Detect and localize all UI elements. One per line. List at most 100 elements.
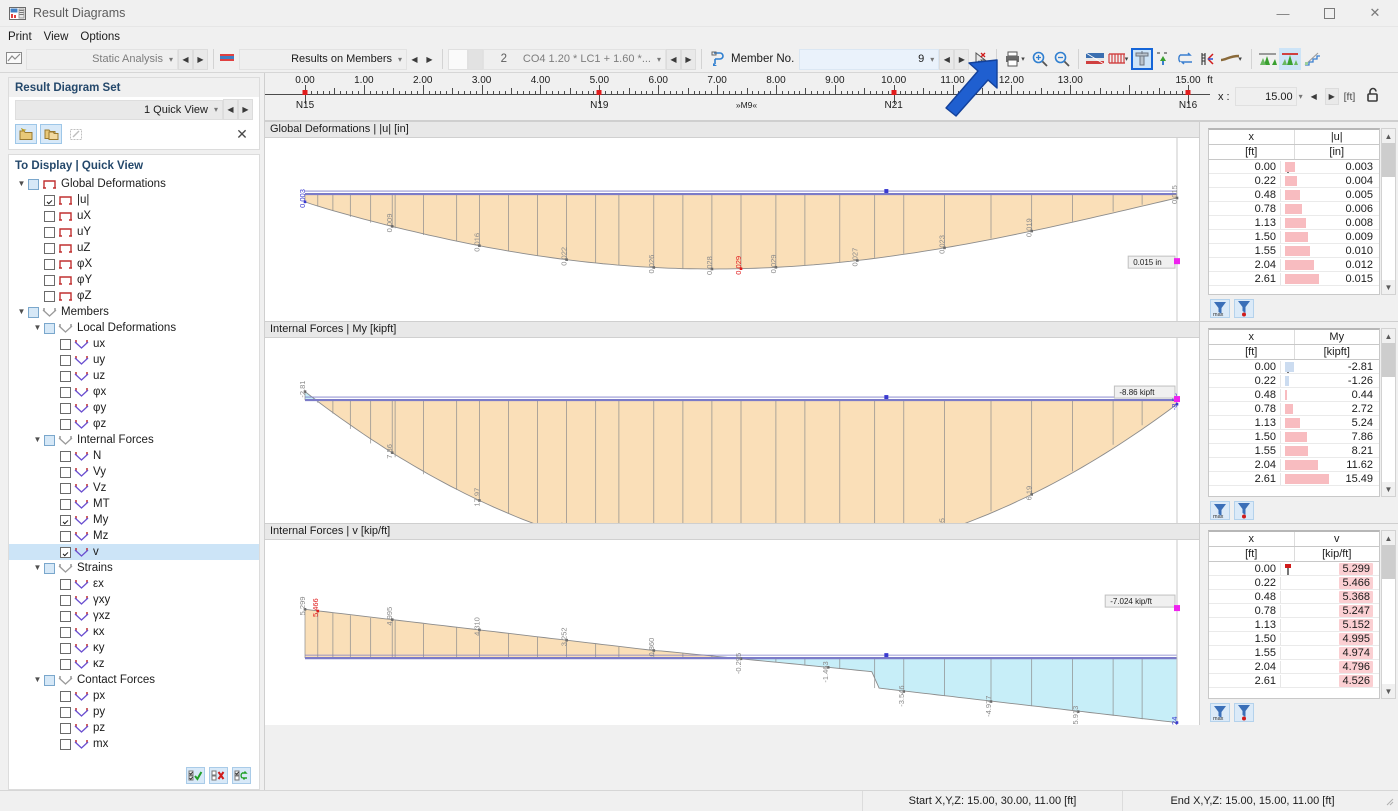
scroll-up-icon[interactable]: ▲ bbox=[1382, 329, 1395, 343]
results-type-field[interactable]: Results on Members ▾ bbox=[239, 48, 407, 70]
table-row[interactable]: 1.13 5.152 bbox=[1209, 618, 1379, 632]
tree-item-z[interactable]: κz bbox=[9, 656, 259, 672]
result-diagram-set-combo[interactable]: 1 Quick View ▾ bbox=[15, 99, 223, 120]
tree-item-checkbox[interactable] bbox=[60, 498, 71, 510]
analysis-prev-button[interactable]: ◀ bbox=[178, 48, 193, 70]
chevron-down-icon[interactable]: ▼ bbox=[15, 308, 28, 316]
tree-item-checkbox[interactable] bbox=[60, 610, 71, 622]
invert-selection-icon[interactable] bbox=[232, 766, 251, 784]
new-set-icon[interactable] bbox=[15, 124, 37, 144]
table-scrollbar[interactable]: ▲ ▼ bbox=[1381, 328, 1396, 497]
tree-item-checkbox[interactable] bbox=[44, 242, 55, 254]
pick-member-cursor-icon[interactable] bbox=[969, 48, 991, 70]
tree-item-checkbox[interactable] bbox=[28, 306, 39, 318]
distribution-dropdown-icon[interactable]: ▾ bbox=[1125, 55, 1129, 63]
plot-canvas-internal-forces-v[interactable]: 5.299 5.466 4.995 4.310 3.252 0.860 -0.295 -1.4… bbox=[265, 539, 1199, 725]
section-icon[interactable] bbox=[1131, 48, 1154, 70]
tree-item-checkbox[interactable] bbox=[60, 370, 71, 382]
tree-item-x[interactable]: φx bbox=[9, 384, 259, 400]
scroll-down-icon[interactable]: ▼ bbox=[1382, 280, 1395, 294]
results-prev-button[interactable]: ◀ bbox=[407, 49, 422, 70]
member-prev-button[interactable]: ◀ bbox=[939, 48, 955, 70]
tree-item-checkbox[interactable] bbox=[60, 338, 71, 350]
tree-item-checkbox[interactable] bbox=[44, 322, 55, 334]
scroll-up-icon[interactable]: ▲ bbox=[1382, 129, 1395, 143]
tree-item-checkbox[interactable] bbox=[44, 226, 55, 238]
scrollbar-thumb[interactable] bbox=[1382, 343, 1395, 377]
plot-canvas-global-deformations[interactable]: 0.003 0.009 0.016 0.022 0.026 0.028 0.029 0.029… bbox=[265, 137, 1199, 321]
table-row[interactable]: 2.04 4.796 bbox=[1209, 660, 1379, 674]
set-next-button[interactable]: ▶ bbox=[238, 99, 253, 120]
table-row[interactable]: 0.00 5.299 bbox=[1209, 562, 1379, 576]
tree-item-uy[interactable]: uY bbox=[9, 224, 259, 240]
tree-item-checkbox[interactable] bbox=[60, 402, 71, 414]
scrollbar-thumb[interactable] bbox=[1382, 143, 1395, 177]
close-set-button[interactable]: ✕ bbox=[231, 124, 253, 144]
tree-item-checkbox[interactable] bbox=[60, 514, 71, 526]
chevron-down-icon[interactable]: ▼ bbox=[31, 324, 44, 332]
tree-item-checkbox[interactable] bbox=[60, 386, 71, 398]
menu-item-print[interactable]: Print bbox=[8, 31, 32, 43]
tree-item-vy[interactable]: Vy bbox=[9, 464, 259, 480]
table-scrollbar[interactable]: ▲ ▼ bbox=[1381, 128, 1396, 295]
render-model-icon[interactable] bbox=[1257, 48, 1279, 70]
tree-item-checkbox[interactable] bbox=[60, 706, 71, 718]
chevron-down-icon[interactable]: ▾ bbox=[657, 55, 661, 64]
close-button[interactable]: ✕ bbox=[1352, 0, 1398, 27]
tree-item-checkbox[interactable] bbox=[60, 546, 71, 558]
result-table-internal-forces-v[interactable]: x v [ft] [kip/ft] 0.00 5.299 0.22 5.466 0.48 5.36… bbox=[1208, 530, 1380, 699]
table-row[interactable]: 0.48 5.368 bbox=[1209, 590, 1379, 604]
table-row[interactable]: 1.13 5.24 bbox=[1209, 416, 1379, 430]
tree-item-xz[interactable]: γxz bbox=[9, 608, 259, 624]
analysis-type-field[interactable]: Static Analysis ▾ bbox=[26, 48, 178, 70]
tree-item-ux[interactable]: ux bbox=[9, 336, 259, 352]
chevron-down-icon[interactable]: ▾ bbox=[930, 55, 934, 64]
chevron-down-icon[interactable]: ▼ bbox=[31, 676, 44, 684]
chevron-down-icon[interactable]: ▼ bbox=[31, 436, 44, 444]
tree-item-vz[interactable]: Vz bbox=[9, 480, 259, 496]
tree-item-checkbox[interactable] bbox=[60, 418, 71, 430]
tree-item-px[interactable]: px bbox=[9, 688, 259, 704]
tree-item-checkbox[interactable] bbox=[28, 178, 39, 190]
tree-item-mt[interactable]: MT bbox=[9, 496, 259, 512]
menu-item-view[interactable]: View bbox=[44, 31, 69, 43]
load-case-prev-button[interactable]: ◀ bbox=[666, 48, 681, 70]
table-row[interactable]: 1.55 4.974 bbox=[1209, 646, 1379, 660]
table-row[interactable]: 0.78 2.72 bbox=[1209, 402, 1379, 416]
tree-item-mx[interactable]: mx bbox=[9, 736, 259, 752]
tree-item-checkbox[interactable] bbox=[60, 482, 71, 494]
scrollbar-thumb[interactable] bbox=[1382, 545, 1395, 579]
tree-item-checkbox[interactable] bbox=[44, 194, 55, 206]
print-dropdown-icon[interactable]: ▾ bbox=[1021, 55, 1025, 63]
tree-item-checkbox[interactable] bbox=[44, 562, 55, 574]
tree-item-checkbox[interactable] bbox=[60, 738, 71, 750]
table-row[interactable]: 0.48 0.44 bbox=[1209, 388, 1379, 402]
tree-item-x[interactable]: εx bbox=[9, 576, 259, 592]
tree-item-y[interactable]: κy bbox=[9, 640, 259, 656]
tree-item-internalforces[interactable]: ▼ Internal Forces bbox=[9, 432, 259, 448]
tree-item-strains[interactable]: ▼ Strains bbox=[9, 560, 259, 576]
line-style-dropdown-icon[interactable]: ▾ bbox=[1238, 55, 1242, 63]
load-case-field[interactable]: 2 CO4 1.20 * LC1 + 1.60 *... ▾ bbox=[483, 48, 666, 70]
plot-canvas-internal-forces-my[interactable]: -2.817.8617.9726.4731.4332.4132.4531.542… bbox=[265, 337, 1199, 523]
tree-item-checkbox[interactable] bbox=[60, 642, 71, 654]
table-row[interactable]: 0.22 0.004 bbox=[1209, 174, 1379, 188]
set-prev-button[interactable]: ◀ bbox=[223, 99, 238, 120]
tree-item-z[interactable]: φz bbox=[9, 416, 259, 432]
chevron-down-icon[interactable]: ▼ bbox=[31, 564, 44, 572]
tree-item-y[interactable]: φY bbox=[9, 272, 259, 288]
uncheck-all-icon[interactable] bbox=[209, 766, 228, 784]
deformation-icon[interactable] bbox=[1153, 48, 1175, 70]
tree-item-checkbox[interactable] bbox=[60, 594, 71, 606]
x-ruler[interactable]: 0.00 1.00 2.00 3.00 4.00 5.00 6.00 7.00 8.00 9.00… bbox=[265, 73, 1213, 120]
tree-item-xy[interactable]: γxy bbox=[9, 592, 259, 608]
stairs-icon[interactable] bbox=[1301, 48, 1323, 70]
tree-item-n[interactable]: N bbox=[9, 448, 259, 464]
result-table-internal-forces-my[interactable]: x My [ft] [kipft] 0.00 -2.81 0.22 -1.26 0.48 0.44… bbox=[1208, 328, 1380, 497]
table-row[interactable]: 2.04 0.012 bbox=[1209, 258, 1379, 272]
select-member-icon[interactable] bbox=[707, 48, 729, 70]
tree-item-my[interactable]: My bbox=[9, 512, 259, 528]
tree-item-checkbox[interactable] bbox=[60, 530, 71, 542]
unlock-icon[interactable] bbox=[1366, 87, 1380, 106]
chevron-down-icon[interactable]: ▼ bbox=[15, 180, 28, 188]
